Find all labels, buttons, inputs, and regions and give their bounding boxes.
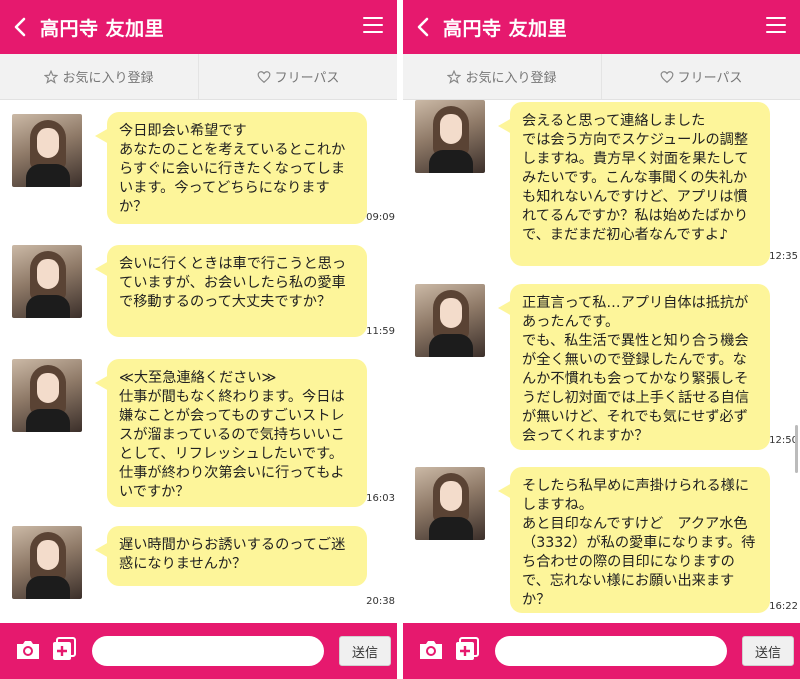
message-composer: 送信 xyxy=(0,623,397,679)
heart-icon xyxy=(257,70,270,83)
add-image-icon[interactable] xyxy=(455,637,479,661)
free-pass-button[interactable]: フリーパス xyxy=(601,54,800,99)
chat-partner-name: 高円寺 友加里 xyxy=(40,17,165,40)
add-image-icon[interactable] xyxy=(52,637,76,661)
message-bubble: 正直言って私…アプリ自体は抵抗があったんです。 でも、私生活で異性と知り合う機会… xyxy=(498,284,770,450)
message-bubble: 今日即会い希望です あなたのことを考えているとこれからすぐに会いに行きたくなって… xyxy=(95,112,367,224)
avatar[interactable] xyxy=(415,284,485,357)
action-bar: お気に入り登録 フリーパス xyxy=(403,54,800,100)
avatar[interactable] xyxy=(12,359,82,432)
avatar[interactable] xyxy=(12,526,82,599)
message-time: 20:38 xyxy=(366,596,395,607)
scrollbar[interactable] xyxy=(795,425,798,473)
message-list[interactable]: 今日即会い希望です あなたのことを考えているとこれからすぐに会いに行きたくなって… xyxy=(0,100,397,623)
action-bar: お気に入り登録 フリーパス xyxy=(0,54,397,100)
free-pass-label: フリーパス xyxy=(274,71,340,86)
message-input[interactable] xyxy=(92,636,324,666)
message-bubble: そしたら私早めに声掛けられる様にしますね。 あと目印なんですけど アクア水色（3… xyxy=(498,467,770,613)
star-icon xyxy=(44,69,59,84)
message-bubble: ≪大至急連絡ください≫ 仕事が間もなく終わります。今日は嫌なことが会ってものすご… xyxy=(95,359,367,507)
message-time: 09:09 xyxy=(366,212,395,223)
message-time: 16:03 xyxy=(366,493,395,504)
screens-container: 高円寺 友加里 お気に入り登録 フリーパス 今日即会い希望です あなたのことを考… xyxy=(0,0,800,679)
message-bubble: 会えると思って連絡しました では会う方向でスケジュールの調整しますね。貴方早く対… xyxy=(498,102,770,266)
message-time: 11:59 xyxy=(366,326,395,337)
favorite-button[interactable]: お気に入り登録 xyxy=(0,54,198,99)
chat-header: 高円寺 友加里 xyxy=(403,0,800,54)
message-bubble: 遅い時間からお誘いするのってご迷惑になりませんか？ xyxy=(95,526,367,586)
favorite-button[interactable]: お気に入り登録 xyxy=(403,54,601,99)
back-icon[interactable] xyxy=(0,0,40,54)
menu-icon[interactable] xyxy=(766,17,786,35)
free-pass-button[interactable]: フリーパス xyxy=(198,54,397,99)
free-pass-label: フリーパス xyxy=(677,71,743,86)
avatar[interactable] xyxy=(415,100,485,173)
avatar[interactable] xyxy=(415,467,485,540)
message-time: 16:22 xyxy=(769,601,798,612)
star-icon xyxy=(447,69,462,84)
send-button[interactable]: 送信 xyxy=(742,636,794,666)
chat-screen-left: 高円寺 友加里 お気に入り登録 フリーパス 今日即会い希望です あなたのことを考… xyxy=(0,0,397,679)
favorite-label: お気に入り登録 xyxy=(465,71,557,86)
menu-icon[interactable] xyxy=(363,17,383,35)
message-list[interactable]: 会えると思って連絡しました では会う方向でスケジュールの調整しますね。貴方早く対… xyxy=(403,100,800,623)
avatar[interactable] xyxy=(12,245,82,318)
message-composer: 送信 xyxy=(403,623,800,679)
camera-icon[interactable] xyxy=(418,637,444,661)
chat-partner-name: 高円寺 友加里 xyxy=(443,17,568,40)
message-time: 12:35 xyxy=(769,251,798,262)
message-bubble: 会いに行くときは車で行こうと思っていますが、お会いしたら私の愛車で移動するのって… xyxy=(95,245,367,337)
chat-header: 高円寺 友加里 xyxy=(0,0,397,54)
send-button[interactable]: 送信 xyxy=(339,636,391,666)
camera-icon[interactable] xyxy=(15,637,41,661)
chat-screen-right: 高円寺 友加里 お気に入り登録 フリーパス 会えると思って連絡しました では会う… xyxy=(403,0,800,679)
avatar[interactable] xyxy=(12,114,82,187)
favorite-label: お気に入り登録 xyxy=(62,71,154,86)
heart-icon xyxy=(660,70,673,83)
message-input[interactable] xyxy=(495,636,727,666)
message-time: 12:50 xyxy=(769,435,798,446)
back-icon[interactable] xyxy=(403,0,443,54)
